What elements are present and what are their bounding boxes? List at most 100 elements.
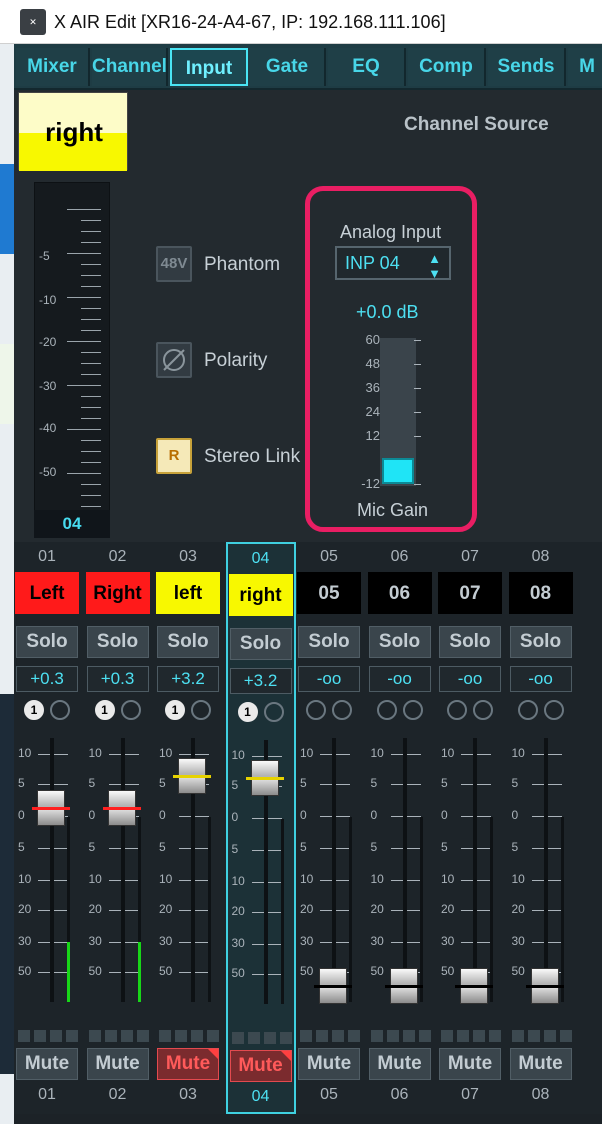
polarity-button[interactable] bbox=[156, 342, 192, 378]
tab-m[interactable]: M bbox=[568, 48, 602, 86]
fader-knob[interactable] bbox=[245, 759, 284, 796]
gain-scale-tick bbox=[414, 412, 421, 413]
channel-number-bottom: 03 bbox=[179, 1086, 197, 1103]
meter-tick bbox=[81, 484, 101, 485]
meter-tick bbox=[67, 341, 101, 342]
fader-scale-label: 5 bbox=[300, 840, 307, 854]
channel-name-label[interactable]: 05 bbox=[297, 572, 361, 614]
status-square bbox=[402, 1030, 415, 1042]
solo-button[interactable]: Solo bbox=[298, 626, 360, 658]
channel-name-label[interactable]: Right bbox=[85, 572, 150, 614]
level-meter-column bbox=[560, 817, 564, 1002]
status-square bbox=[527, 1030, 540, 1042]
mute-button[interactable]: Mute bbox=[86, 1048, 149, 1080]
mute-button[interactable]: Mute bbox=[298, 1048, 360, 1080]
solo-button[interactable]: Solo bbox=[509, 626, 572, 658]
solo-button[interactable]: Solo bbox=[439, 626, 501, 658]
fader-marker bbox=[384, 985, 423, 989]
meter-tick bbox=[81, 462, 101, 463]
tab-sends[interactable]: Sends bbox=[488, 48, 566, 86]
desktop-window-fragment bbox=[0, 164, 14, 254]
fader-value: +0.3 bbox=[86, 666, 149, 692]
fader-scale-label: 20 bbox=[18, 902, 32, 916]
mute-button[interactable]: Mute bbox=[157, 1048, 219, 1080]
phantom-label: Phantom bbox=[204, 254, 281, 275]
tab-eq[interactable]: EQ bbox=[328, 48, 406, 86]
channel-strip-05: 05 05 Solo -oo 10 5 0 5 10 20 30 50 Mute 05 bbox=[296, 542, 366, 1114]
fader-scale-label: 10 bbox=[88, 872, 102, 886]
fader-scale-label: 30 bbox=[370, 934, 384, 948]
meter-tick bbox=[67, 473, 101, 474]
fader-scale-label: 50 bbox=[231, 966, 245, 980]
channel-name-label[interactable]: Left bbox=[15, 572, 79, 614]
fader-knob[interactable] bbox=[32, 790, 70, 827]
channel-name-label[interactable]: 07 bbox=[438, 572, 502, 614]
tab-mixer[interactable]: Mixer bbox=[16, 48, 90, 86]
solo-button[interactable]: Solo bbox=[16, 626, 78, 658]
fader-scale-label: 50 bbox=[370, 964, 384, 978]
meter-tick bbox=[81, 396, 101, 397]
fader-value: -oo bbox=[298, 666, 360, 692]
mute-button[interactable]: Mute bbox=[509, 1048, 572, 1080]
fader-scale-label: 5 bbox=[441, 840, 448, 854]
channel-name-scribble[interactable]: right bbox=[18, 92, 128, 171]
fader-knob[interactable] bbox=[455, 968, 493, 1005]
gain-scale-label: 36 bbox=[365, 380, 380, 395]
channel-name-label[interactable]: 08 bbox=[508, 572, 573, 614]
meter-scale-label: -30 bbox=[39, 379, 57, 393]
status-square bbox=[159, 1030, 171, 1042]
stereo-link-text: R bbox=[168, 447, 180, 464]
solo-button[interactable]: Solo bbox=[86, 626, 149, 658]
channel-strip-04: 04 right Solo +3.2 1 10 5 0 5 10 20 30 50 Mute 04 bbox=[225, 542, 296, 1114]
fader-scale-label: 0 bbox=[231, 810, 239, 824]
input-source-select[interactable]: INP 04 ▲ ▼ bbox=[335, 246, 451, 281]
tab-gate[interactable]: Gate bbox=[250, 48, 326, 86]
fader-scale-label: 20 bbox=[300, 902, 314, 916]
tab-comp[interactable]: Comp bbox=[408, 48, 486, 86]
fader-scale-label: 10 bbox=[18, 746, 32, 760]
meter-tick bbox=[81, 352, 101, 353]
fader-knob[interactable] bbox=[314, 968, 352, 1005]
fader-scale-label: 10 bbox=[511, 746, 525, 760]
status-square bbox=[370, 1030, 383, 1042]
mute-button[interactable]: Mute bbox=[229, 1050, 292, 1082]
fader-scale-label: 5 bbox=[511, 776, 519, 790]
status-square bbox=[136, 1030, 149, 1042]
mute-button[interactable]: Mute bbox=[16, 1048, 78, 1080]
mute-button[interactable]: Mute bbox=[368, 1048, 431, 1080]
tab-channel[interactable]: Channel bbox=[92, 48, 168, 86]
solo-button[interactable]: Solo bbox=[229, 628, 292, 660]
solo-button[interactable]: Solo bbox=[157, 626, 219, 658]
mute-button[interactable]: Mute bbox=[439, 1048, 501, 1080]
meter-tick bbox=[81, 495, 101, 496]
fader-knob[interactable] bbox=[525, 968, 564, 1005]
status-square bbox=[332, 1030, 344, 1042]
tab-input[interactable]: Input bbox=[170, 48, 248, 86]
fader-scale-label: 5 bbox=[370, 776, 378, 790]
channel-name-label[interactable]: left bbox=[156, 572, 220, 614]
fader-value: +3.2 bbox=[229, 668, 292, 694]
fader-knob[interactable] bbox=[102, 790, 141, 827]
gain-scale-label: 12 bbox=[365, 428, 380, 443]
fader-track bbox=[332, 738, 336, 1002]
fader-scale-label: 5 bbox=[300, 776, 307, 790]
meter-tick bbox=[67, 253, 101, 254]
next-channel-strip-fragment bbox=[576, 542, 602, 1114]
input-badge-icon bbox=[376, 700, 397, 720]
mic-gain-level bbox=[382, 458, 414, 484]
phantom-48v-button[interactable]: 48V bbox=[156, 246, 192, 282]
status-square bbox=[191, 1030, 203, 1042]
channel-name: right bbox=[45, 117, 103, 147]
desktop-window-fragment bbox=[0, 694, 14, 1074]
fader-value: +0.3 bbox=[16, 666, 78, 692]
fader-knob[interactable] bbox=[173, 757, 211, 794]
status-square bbox=[18, 1030, 30, 1042]
fader-scale-label: 10 bbox=[441, 746, 455, 760]
fader-knob[interactable] bbox=[384, 968, 423, 1005]
channel-name-label[interactable]: right bbox=[228, 574, 293, 616]
stereo-link-button[interactable]: R bbox=[156, 438, 192, 474]
channel-name-label[interactable]: 06 bbox=[367, 572, 432, 614]
meter-tick bbox=[81, 440, 101, 441]
solo-button[interactable]: Solo bbox=[368, 626, 431, 658]
gain-scale-tick bbox=[414, 364, 421, 365]
